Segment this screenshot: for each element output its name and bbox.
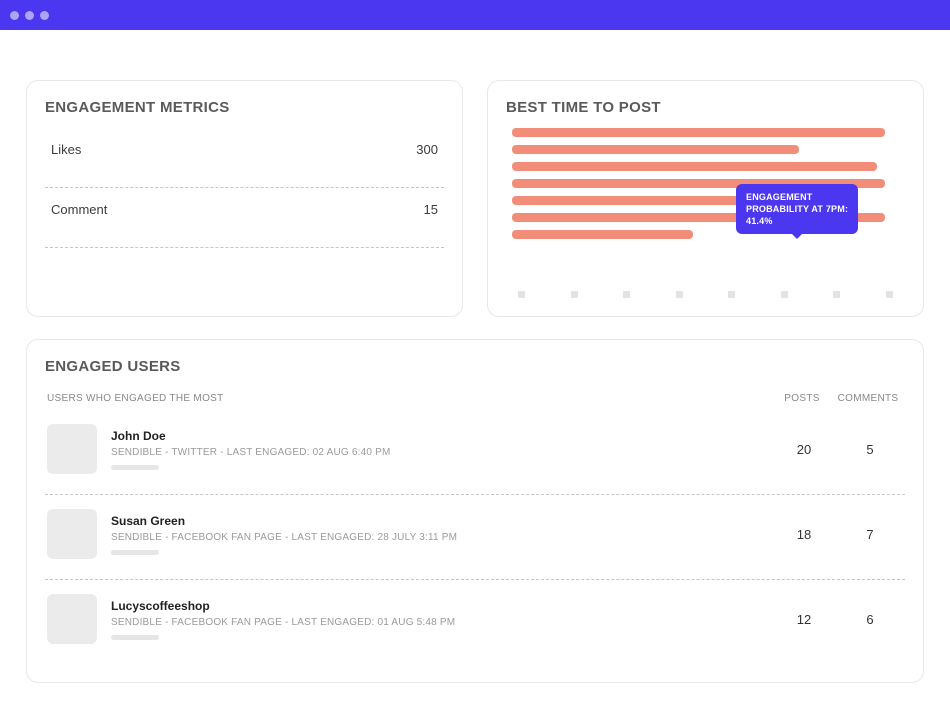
tooltip-line: ENGAGEMENT	[746, 191, 848, 203]
page-body: ENGAGEMENT METRICS Likes 300 Comment 15 …	[0, 30, 950, 703]
user-posts-value: 12	[771, 612, 837, 627]
chart-bar	[512, 230, 693, 239]
user-meta: SENDIBLE - FACEBOOK FAN PAGE - LAST ENGA…	[111, 617, 771, 628]
users-list: John Doe SENDIBLE - TWITTER - LAST ENGAGE…	[45, 416, 905, 664]
chart-x-ticks	[506, 291, 905, 298]
user-main: John Doe SENDIBLE - TWITTER - LAST ENGAGE…	[97, 429, 771, 470]
chart-x-tick	[728, 291, 735, 298]
window-control-dot[interactable]	[25, 11, 34, 20]
engaged-users-card: ENGAGED USERS USERS WHO ENGAGED THE MOST…	[26, 339, 924, 683]
best-time-card: BEST TIME TO POST ENGAGEMENT PROBABILITY…	[487, 80, 924, 317]
avatar	[47, 424, 97, 474]
chart-bar	[512, 128, 885, 137]
metric-value: 300	[416, 142, 438, 157]
posts-column-header: POSTS	[769, 393, 835, 404]
chart-x-tick	[518, 291, 525, 298]
user-progress-bar	[111, 550, 159, 555]
table-row[interactable]: Susan Green SENDIBLE - FACEBOOK FAN PAGE …	[45, 501, 905, 580]
metric-label: Likes	[51, 142, 81, 157]
chart-x-tick	[781, 291, 788, 298]
user-comments-value: 5	[837, 442, 903, 457]
table-row[interactable]: Lucyscoffeeshop SENDIBLE - FACEBOOK FAN P…	[45, 586, 905, 664]
user-meta: SENDIBLE - FACEBOOK FAN PAGE - LAST ENGA…	[111, 532, 771, 543]
user-meta: SENDIBLE - TWITTER - LAST ENGAGED: 02 AU…	[111, 447, 771, 458]
card-title: BEST TIME TO POST	[506, 99, 905, 116]
user-name: John Doe	[111, 429, 771, 443]
chart-bar-row	[512, 145, 905, 154]
metric-row: Likes 300	[45, 128, 444, 188]
chart-bar	[512, 145, 799, 154]
user-main: Lucyscoffeeshop SENDIBLE - FACEBOOK FAN P…	[97, 599, 771, 640]
comments-column-header: COMMENTS	[835, 393, 901, 404]
window-control-dot[interactable]	[10, 11, 19, 20]
chart-tooltip: ENGAGEMENT PROBABILITY AT 7PM: 41.4%	[736, 184, 858, 234]
avatar	[47, 594, 97, 644]
best-time-chart: ENGAGEMENT PROBABILITY AT 7PM: 41.4%	[506, 128, 905, 273]
chart-bar-row	[512, 162, 905, 171]
window-control-dot[interactable]	[40, 11, 49, 20]
metric-label: Comment	[51, 202, 107, 217]
metric-row: Comment 15	[45, 188, 444, 248]
user-progress-bar	[111, 635, 159, 640]
avatar	[47, 509, 97, 559]
tooltip-line: 41.4%	[746, 215, 848, 227]
top-row: ENGAGEMENT METRICS Likes 300 Comment 15 …	[26, 80, 924, 317]
chart-bar	[512, 162, 877, 171]
chart-x-tick	[833, 291, 840, 298]
users-header-row: USERS WHO ENGAGED THE MOST POSTS COMMENT…	[45, 387, 905, 416]
user-name: Lucyscoffeeshop	[111, 599, 771, 613]
user-comments-value: 6	[837, 612, 903, 627]
user-main: Susan Green SENDIBLE - FACEBOOK FAN PAGE …	[97, 514, 771, 555]
card-title: ENGAGED USERS	[45, 358, 905, 375]
users-subtitle: USERS WHO ENGAGED THE MOST	[47, 393, 769, 404]
chart-x-tick	[623, 291, 630, 298]
chart-x-tick	[676, 291, 683, 298]
metric-value: 15	[424, 202, 438, 217]
chart-bar-row	[512, 128, 905, 137]
window-titlebar	[0, 0, 950, 30]
user-posts-value: 18	[771, 527, 837, 542]
user-comments-value: 7	[837, 527, 903, 542]
table-row[interactable]: John Doe SENDIBLE - TWITTER - LAST ENGAGE…	[45, 416, 905, 495]
user-name: Susan Green	[111, 514, 771, 528]
chart-x-tick	[886, 291, 893, 298]
tooltip-line: PROBABILITY AT 7PM:	[746, 203, 848, 215]
user-progress-bar	[111, 465, 159, 470]
engagement-metrics-card: ENGAGEMENT METRICS Likes 300 Comment 15	[26, 80, 463, 317]
user-posts-value: 20	[771, 442, 837, 457]
card-title: ENGAGEMENT METRICS	[45, 99, 444, 116]
chart-x-tick	[571, 291, 578, 298]
